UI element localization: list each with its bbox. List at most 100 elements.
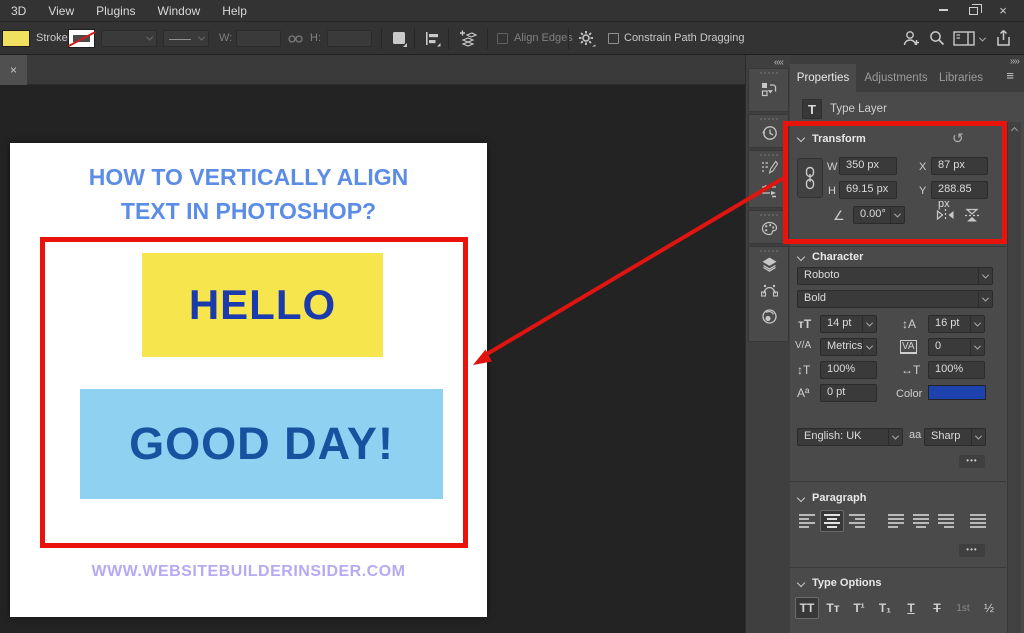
paths-panel-icon[interactable] bbox=[761, 282, 778, 299]
path-alignment-button[interactable] bbox=[424, 31, 441, 47]
underline-button[interactable]: T bbox=[899, 597, 923, 619]
brushes-panel-icon[interactable] bbox=[761, 183, 778, 200]
transform-reset-icon[interactable]: ↺ bbox=[952, 130, 964, 147]
rotation-angle-dropdown[interactable]: 0.00° bbox=[853, 206, 905, 224]
tab-libraries[interactable]: Libraries bbox=[932, 64, 990, 92]
materials-sphere-icon[interactable] bbox=[761, 308, 778, 325]
stroke-width-dropdown[interactable] bbox=[101, 30, 157, 47]
type-options-collapse-chevron-icon[interactable] bbox=[797, 579, 805, 587]
justify-last-right-button[interactable] bbox=[934, 510, 958, 532]
paragraph-collapse-chevron-icon[interactable] bbox=[797, 494, 805, 502]
layers-panel-icon[interactable] bbox=[761, 256, 778, 273]
search-icon[interactable] bbox=[929, 30, 945, 46]
align-right-button[interactable] bbox=[845, 510, 869, 532]
transform-collapse-chevron-icon[interactable] bbox=[797, 134, 805, 142]
panel-scrollbar[interactable] bbox=[1007, 122, 1021, 633]
font-family-dropdown[interactable]: Roboto bbox=[797, 267, 993, 285]
superscript-button[interactable]: T¹ bbox=[847, 597, 871, 619]
workspace-chevron-icon[interactable] bbox=[979, 35, 986, 42]
path-arrangement-button[interactable] bbox=[457, 29, 477, 49]
history-panel-icon[interactable] bbox=[761, 124, 778, 141]
menu-help[interactable]: Help bbox=[211, 0, 258, 22]
minimize-button[interactable] bbox=[928, 0, 958, 20]
leading-dropdown[interactable]: 16 pt bbox=[928, 315, 985, 333]
stroke-swatch[interactable] bbox=[68, 29, 95, 48]
panel-collapse-chevrons-icon[interactable]: »» bbox=[1010, 56, 1019, 67]
drag-handle[interactable] bbox=[760, 250, 778, 252]
antialias-dropdown[interactable]: Sharp bbox=[924, 428, 986, 446]
link-dimensions-icon[interactable] bbox=[288, 34, 303, 44]
document[interactable]: HOW TO VERTICALLY ALIGN TEXT IN PHOTOSHO… bbox=[10, 143, 487, 617]
close-button[interactable]: × bbox=[988, 0, 1018, 20]
fill-color-swatch[interactable] bbox=[2, 30, 30, 47]
language-dropdown[interactable]: English: UK bbox=[797, 428, 903, 446]
tab-properties[interactable]: Properties bbox=[790, 64, 856, 92]
baseline-shift-input[interactable]: 0 pt bbox=[820, 384, 877, 402]
minimize-icon bbox=[939, 9, 948, 11]
all-caps-button[interactable]: TT bbox=[795, 597, 819, 619]
justify-last-center-button[interactable] bbox=[909, 510, 933, 532]
justify-all-button[interactable] bbox=[966, 510, 990, 532]
shape-width-input[interactable] bbox=[236, 30, 281, 47]
ordinals-button[interactable]: 1st bbox=[951, 597, 975, 619]
panel-menu-icon[interactable]: ≡ bbox=[1006, 68, 1014, 83]
align-left-button[interactable] bbox=[795, 510, 819, 532]
drag-handle[interactable] bbox=[760, 118, 778, 120]
character-collapse-chevron-icon[interactable] bbox=[797, 253, 805, 261]
y-input[interactable]: 288.85 px bbox=[931, 181, 988, 199]
stroke-type-dropdown[interactable] bbox=[163, 30, 209, 47]
restore-button[interactable] bbox=[958, 0, 988, 20]
font-size-icon: ᴛT bbox=[798, 317, 811, 331]
text-color-swatch[interactable] bbox=[928, 385, 986, 400]
tracking-dropdown[interactable]: 0 bbox=[928, 338, 985, 356]
dock-group-history bbox=[748, 114, 789, 148]
drag-handle[interactable] bbox=[760, 154, 778, 156]
path-operations-button[interactable] bbox=[392, 31, 408, 47]
justify-last-left-button[interactable] bbox=[884, 510, 908, 532]
strikethrough-button[interactable]: T bbox=[925, 597, 949, 619]
link-wh-button[interactable] bbox=[797, 158, 823, 198]
flip-horizontal-icon[interactable] bbox=[936, 208, 955, 222]
scroll-up-chevron-icon[interactable] bbox=[1011, 127, 1018, 134]
window-controls: × bbox=[928, 0, 1018, 20]
document-tab-close[interactable]: × bbox=[0, 55, 27, 85]
brush-settings-panel-icon[interactable] bbox=[761, 160, 778, 177]
workspace-icon[interactable] bbox=[953, 31, 975, 46]
tab-adjustments[interactable]: Adjustments bbox=[860, 64, 932, 92]
horizontal-scale-input[interactable]: 100% bbox=[928, 361, 985, 379]
shape-height-input[interactable] bbox=[327, 30, 372, 47]
gear-icon[interactable] bbox=[578, 30, 596, 48]
menu-window[interactable]: Window bbox=[147, 0, 212, 22]
small-caps-button[interactable]: Tᴛ bbox=[821, 597, 845, 619]
swatches-palette-icon[interactable] bbox=[761, 220, 778, 237]
account-icon[interactable] bbox=[903, 30, 920, 47]
fractions-button[interactable]: ½ bbox=[977, 597, 1001, 619]
menu-bar: 3D View Plugins Window Help × bbox=[0, 0, 1024, 22]
menu-plugins[interactable]: Plugins bbox=[85, 0, 146, 22]
canvas-area: HOW TO VERTICALLY ALIGN TEXT IN PHOTOSHO… bbox=[0, 85, 745, 633]
character-more-options-button[interactable]: ••• bbox=[959, 455, 985, 468]
constrain-path-checkbox[interactable] bbox=[608, 33, 619, 44]
antialias-icon: aa bbox=[909, 429, 921, 441]
dock-expand-chevrons-icon[interactable]: «« bbox=[774, 57, 783, 68]
share-icon[interactable] bbox=[995, 29, 1012, 47]
justify-all-icon bbox=[970, 514, 986, 528]
paragraph-more-options-button[interactable]: ••• bbox=[959, 544, 985, 557]
flip-vertical-icon[interactable] bbox=[964, 208, 980, 223]
align-center-button[interactable] bbox=[820, 510, 844, 532]
x-input[interactable]: 87 px bbox=[931, 157, 988, 175]
menu-3d[interactable]: 3D bbox=[0, 0, 37, 22]
height-input[interactable]: 69.15 px bbox=[839, 181, 897, 199]
font-style-dropdown[interactable]: Bold bbox=[797, 290, 993, 308]
kerning-dropdown[interactable]: Metrics bbox=[820, 338, 877, 356]
font-size-dropdown[interactable]: 14 pt bbox=[820, 315, 877, 333]
drag-handle[interactable] bbox=[760, 72, 778, 74]
width-input[interactable]: 350 px bbox=[839, 157, 897, 175]
vertical-scale-input[interactable]: 100% bbox=[820, 361, 877, 379]
drag-handle[interactable] bbox=[760, 214, 778, 216]
actions-panel-icon[interactable] bbox=[761, 81, 778, 98]
menu-view[interactable]: View bbox=[37, 0, 85, 22]
align-edges-checkbox[interactable] bbox=[497, 33, 508, 44]
subscript-button[interactable]: T₁ bbox=[873, 597, 897, 619]
width-label: W bbox=[827, 158, 837, 176]
